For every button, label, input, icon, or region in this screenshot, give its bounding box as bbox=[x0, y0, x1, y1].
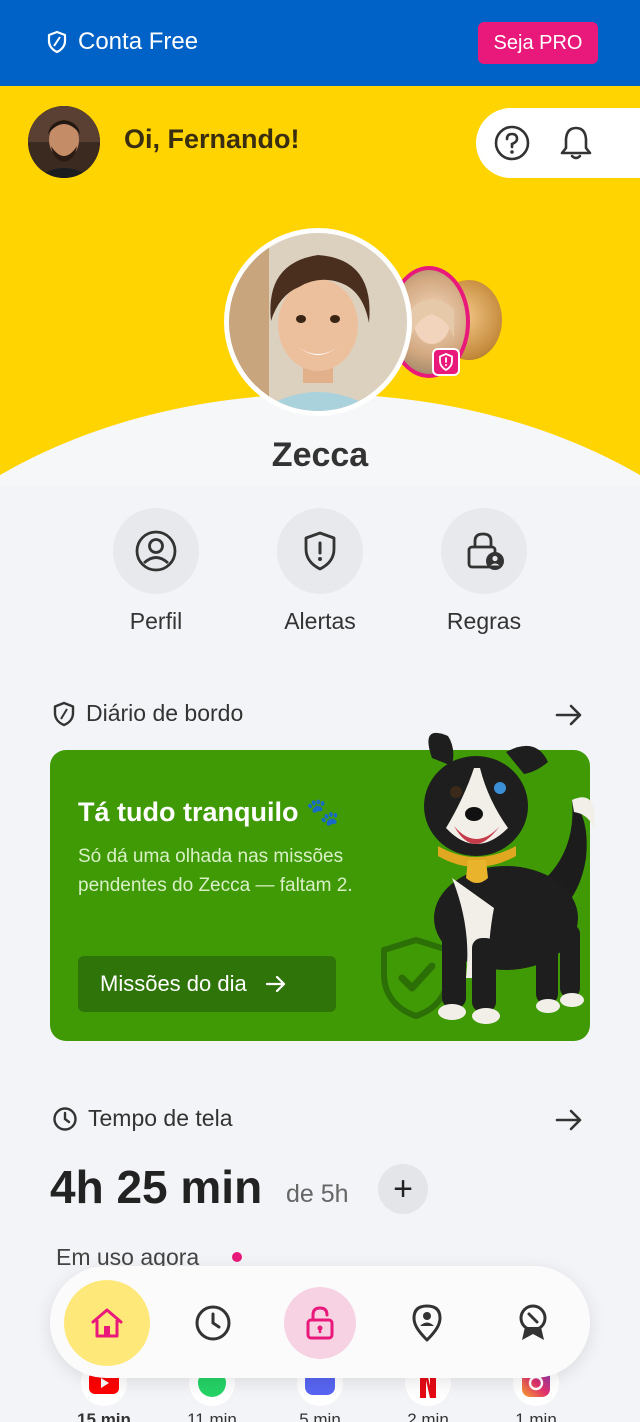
shield-alert-icon bbox=[439, 353, 453, 371]
daily-missions-label: Missões do dia bbox=[100, 971, 247, 996]
live-indicator bbox=[232, 1252, 242, 1262]
achievements-icon bbox=[519, 1304, 547, 1340]
screen-time-title: Tempo de tela bbox=[88, 1105, 233, 1131]
diary-card-text: Só dá uma olhada nas missões pendentes d… bbox=[78, 846, 353, 896]
screen-time-limit: de 5h bbox=[286, 1180, 349, 1208]
nav-screen-time[interactable] bbox=[170, 1280, 256, 1366]
greeting: Oi, Fernando! bbox=[124, 124, 300, 154]
nav-location[interactable] bbox=[384, 1280, 470, 1366]
lock-icon bbox=[306, 1306, 334, 1340]
rules-label: Regras bbox=[446, 608, 522, 634]
diary-title: Diário de bordo bbox=[86, 700, 244, 726]
location-icon bbox=[412, 1304, 442, 1342]
nav-lock[interactable] bbox=[284, 1287, 356, 1359]
shield-icon bbox=[47, 30, 67, 54]
home-icon bbox=[91, 1308, 123, 1338]
screen-time-used: 4h 25 min bbox=[50, 1161, 263, 1213]
app-minutes: 11 min bbox=[187, 1410, 237, 1422]
daily-missions-button[interactable]: Missões do dia bbox=[78, 956, 336, 1012]
screen-time-arrow-icon[interactable] bbox=[554, 1105, 584, 1135]
screen-time-header[interactable]: Tempo de tela bbox=[52, 1105, 232, 1132]
arrow-right-icon bbox=[265, 975, 285, 993]
bell-icon bbox=[560, 126, 592, 160]
diary-card-title: Tá tudo tranquilo 🐾 bbox=[78, 797, 340, 827]
app-minutes: 15 min bbox=[77, 1410, 131, 1422]
alerts-action[interactable]: Alertas bbox=[250, 508, 390, 635]
shield-icon bbox=[53, 701, 75, 726]
rules-action[interactable]: Regras bbox=[414, 508, 554, 635]
selected-child-avatar[interactable] bbox=[224, 228, 412, 416]
clock-icon bbox=[53, 1106, 77, 1131]
notifications-button[interactable] bbox=[556, 123, 596, 163]
profile-action[interactable]: Perfil bbox=[86, 508, 226, 635]
upgrade-pro-button[interactable]: Seja PRO bbox=[478, 22, 598, 64]
profile-label: Perfil bbox=[129, 608, 183, 634]
parent-photo bbox=[28, 106, 100, 178]
app-minutes: 5 min bbox=[299, 1410, 341, 1422]
child-name: Zecca bbox=[271, 436, 369, 474]
plus-icon: + bbox=[393, 1169, 413, 1208]
shield-alert-icon bbox=[304, 531, 336, 571]
profile-icon bbox=[135, 530, 177, 572]
help-icon bbox=[494, 125, 530, 161]
clock-icon bbox=[195, 1305, 231, 1341]
nav-achievements[interactable] bbox=[490, 1280, 576, 1366]
diary-arrow-icon[interactable] bbox=[554, 700, 584, 730]
nav-home[interactable] bbox=[64, 1280, 150, 1366]
account-status: Conta Free bbox=[46, 28, 198, 56]
diary-card: Tá tudo tranquilo 🐾 Só dá uma olhada nas… bbox=[50, 732, 595, 1041]
add-time-button[interactable]: + bbox=[378, 1164, 428, 1214]
diary-header[interactable]: Diário de bordo bbox=[52, 700, 243, 727]
account-label: Conta Free bbox=[78, 28, 199, 55]
dog-mascot-illustration bbox=[424, 732, 595, 1024]
help-button[interactable] bbox=[492, 123, 532, 163]
alerts-label: Alertas bbox=[284, 608, 356, 634]
child-photo bbox=[229, 233, 407, 411]
protection-badge bbox=[432, 348, 460, 376]
lock-user-icon bbox=[467, 532, 504, 570]
app-minutes: 1 min bbox=[515, 1410, 557, 1422]
parent-avatar[interactable] bbox=[28, 106, 100, 178]
app-minutes: 2 min bbox=[407, 1410, 449, 1422]
top-bar: Conta Free Seja PRO bbox=[0, 0, 640, 86]
